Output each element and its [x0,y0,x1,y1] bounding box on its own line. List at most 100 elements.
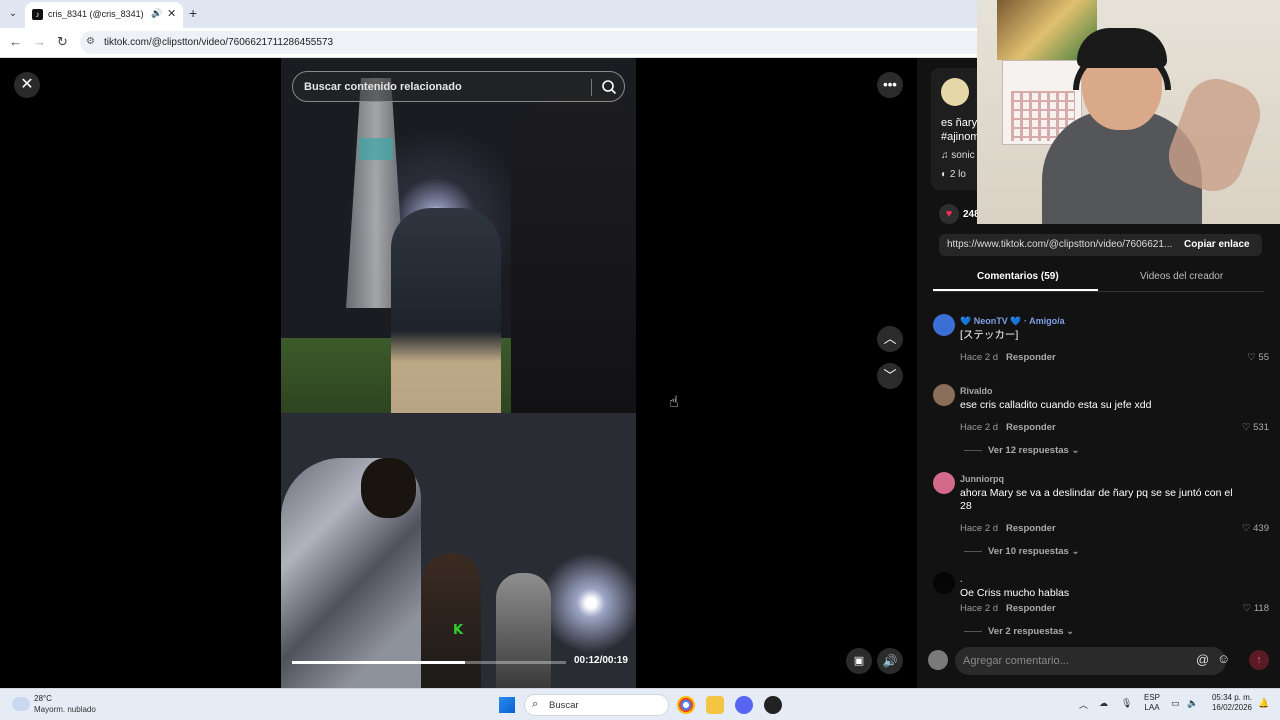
avatar[interactable] [941,78,969,106]
emoji-icon[interactable]: ☺ [1217,651,1230,666]
search-icon: ⌕ [532,698,539,710]
speaker-icon[interactable]: 🔈 [1187,698,1198,709]
file-explorer-icon[interactable] [706,696,724,714]
panel-tabs: Comentarios (59) Videos del creador [933,268,1264,292]
chevron-down-icon: ⌄ [1068,445,1080,456]
description-hashtag[interactable]: #ajinom [941,130,980,144]
comment-likes[interactable]: ♡ 531 [1242,422,1269,433]
comment-list[interactable]: 💙 NeonTV 💙 · Amigo/a [ステッカー] Hace 2 d Res… [917,308,1280,636]
view-replies-button[interactable]: Ver 10 respuestas ⌄ [964,546,1079,557]
avatar[interactable] [933,384,955,406]
volume-icon[interactable]: 🔊 [877,648,903,674]
chevron-up-icon[interactable]: ︿ [877,326,903,352]
video-viewer: ✕ K Buscar contenido relacionado ••• ︿ ﹀… [0,58,917,688]
network-icon[interactable]: ▭ [1171,698,1180,709]
language-indicator[interactable]: ESP LAA [1144,693,1160,713]
discord-icon[interactable] [735,696,753,714]
music-info[interactable]: ♫ sonic [941,150,975,161]
floating-player-icon[interactable]: ▣ [846,648,872,674]
video-frame-bottom: K [281,413,636,688]
microphone-icon[interactable]: 🎙 [1121,698,1132,709]
windows-start-icon[interactable] [499,697,515,713]
comment-likes[interactable]: ♡ 439 [1242,523,1269,534]
comment-likes[interactable]: ♡ 118 [1243,603,1269,614]
comment-time: Hace 2 d [960,523,999,534]
post-comment-icon[interactable]: ↑ [1249,650,1269,670]
reply-button[interactable]: Responder [1006,523,1056,534]
view-replies-label: Ver 10 respuestas [988,546,1069,557]
browser-tab[interactable]: ♪ cris_8341 (@cris_8341) | Ti 🔊 ✕ [25,2,183,28]
clock-time: 05:34 p. m. [1211,693,1252,702]
comment-meta: Hace 2 d Responder [960,352,1056,363]
view-replies-label: Ver 12 respuestas [988,445,1069,456]
comment-input[interactable]: Agregar comentario... @ ☺ [955,647,1230,675]
reload-icon[interactable]: ↻ [57,34,68,50]
related-search-input[interactable]: Buscar contenido relacionado [292,71,625,102]
comment-username[interactable]: Rivaldo [960,386,993,396]
view-replies-label: Ver 2 respuestas [988,626,1064,636]
tab-close-icon[interactable]: ✕ [167,7,176,20]
more-options-icon[interactable]: ••• [877,72,903,98]
description-line: es ñary [941,117,978,129]
avatar[interactable] [933,572,955,594]
view-replies-button[interactable]: Ver 12 respuestas ⌄ [964,445,1079,456]
new-tab-icon[interactable]: + [189,5,197,21]
liked-by-avatars-icon: ◐ [941,169,950,180]
search-icon[interactable] [600,78,618,96]
avatar[interactable] [933,314,955,336]
reply-button[interactable]: Responder [1006,603,1056,614]
comment-text: Oe Criss mucho hablas [960,587,1070,599]
comment-text: ese cris calladito cuando esta su jefe x… [960,399,1152,411]
heart-outline-icon: ♡ [1241,422,1254,433]
close-icon[interactable]: ✕ [14,72,40,98]
chrome-icon[interactable] [677,696,695,714]
tab-search-menu-icon[interactable]: ⌄ [4,6,22,22]
audio-playing-icon[interactable]: 🔊 [151,8,162,19]
reply-button[interactable]: Responder [1006,352,1056,363]
view-replies-button[interactable]: Ver 2 respuestas ⌄ [964,626,1074,636]
music-note-icon: ♫ [941,150,952,161]
cloud-sync-icon[interactable]: ☁ [1099,698,1108,709]
reply-button[interactable]: Responder [1006,422,1056,433]
video-player[interactable]: K [281,58,636,688]
video-frame-top [281,58,636,413]
video-progress-bar[interactable] [292,661,566,664]
comment-likes[interactable]: ♡ 55 [1247,352,1269,363]
windows-taskbar: 28°C Mayorm. nublado ⌕ Buscar ︿ ☁ 🎙 ESP L… [0,688,1280,720]
back-arrow-icon[interactable]: ← [9,34,22,49]
comment-text: ahora Mary se va a deslindar de ñary pq … [960,487,1233,512]
tab-title: cris_8341 (@cris_8341) | Ti [48,9,146,19]
weather-description[interactable]: Mayorm. nublado [34,705,96,714]
comment-placeholder: Agregar comentario... [963,655,1069,667]
comment-time: Hace 2 d [960,422,999,433]
comment-item: Junniorpq ahora Mary se va a deslindar d… [933,472,1273,562]
app-icon[interactable] [764,696,782,714]
comment-username[interactable]: Junniorpq [960,474,1004,484]
comment-username[interactable]: 💙 NeonTV 💙 · Amigo/a [960,316,1065,327]
tray-chevron-up-icon[interactable]: ︿ [1079,698,1088,711]
tab-creator-videos[interactable]: Videos del creador [1140,271,1223,282]
site-info-icon[interactable]: ⚙ [86,36,95,47]
heart-icon[interactable]: ♥ [939,204,959,224]
share-link-box: https://www.tiktok.com/@clipstton/video/… [939,234,1262,256]
tiktok-favicon-icon: ♪ [32,9,43,20]
avatar[interactable] [928,650,948,670]
taskbar-search-label: Buscar [549,700,579,711]
cloud-icon[interactable] [12,697,30,711]
mention-icon[interactable]: @ [1196,652,1209,667]
notification-icon[interactable]: 🔔 [1258,698,1269,709]
liked-by: ◐ 2 lo [941,169,966,180]
chevron-down-icon: ⌄ [1063,626,1075,636]
forward-arrow-icon[interactable]: → [33,34,46,49]
taskbar-search[interactable]: ⌕ Buscar [524,694,669,716]
system-clock[interactable]: 05:34 p. m. 16/02/2026 [1208,693,1252,713]
chevron-down-icon[interactable]: ﹀ [877,363,903,389]
avatar[interactable] [933,472,955,494]
share-link-url[interactable]: https://www.tiktok.com/@clipstton/video/… [947,239,1172,250]
weather-temperature[interactable]: 28°C [34,694,52,703]
video-time: 00:12/00:19 [574,655,628,666]
comment-username[interactable]: . [960,574,963,584]
comment-meta: Hace 2 d Responder [960,603,1056,614]
tab-comments[interactable]: Comentarios (59) [977,271,1059,282]
copy-link-button[interactable]: Copiar enlace [1184,239,1250,250]
